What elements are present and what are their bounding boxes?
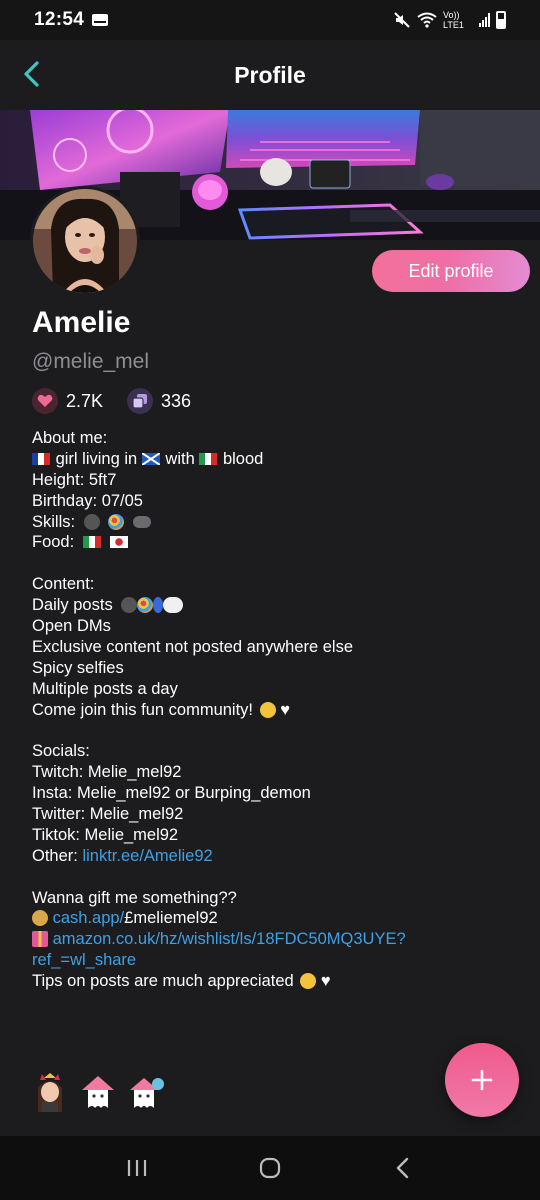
mail-icon bbox=[92, 14, 109, 26]
username: @melie_mel bbox=[32, 350, 150, 373]
bio-food: Food: bbox=[32, 532, 522, 553]
signal-icon bbox=[479, 13, 490, 27]
bio-about-line: girl living in with blood bbox=[32, 449, 522, 470]
italy-flag-icon bbox=[82, 536, 101, 549]
bio-spicy: Spicy selfies bbox=[32, 658, 124, 677]
ghost-house-sticker-icon[interactable] bbox=[78, 1072, 118, 1112]
white-heart-icon: ♥ bbox=[280, 700, 290, 719]
back-button[interactable] bbox=[14, 56, 50, 92]
wifi-icon bbox=[417, 12, 437, 28]
thought-bubble-icon bbox=[163, 597, 184, 614]
battery-icon bbox=[496, 11, 506, 29]
avatar-photo bbox=[33, 189, 137, 293]
likes-stat: 2.7K bbox=[32, 388, 103, 414]
bio-come-join: Come join this fun community! ♥ bbox=[32, 700, 522, 721]
italy-flag-icon bbox=[199, 452, 218, 465]
bio-text: Food: bbox=[32, 533, 75, 552]
create-post-button[interactable] bbox=[445, 1043, 519, 1117]
bio-text: with bbox=[165, 449, 195, 468]
bio-open-dms: Open DMs bbox=[32, 617, 111, 636]
speaking-head-icon bbox=[83, 513, 100, 530]
palette-icon bbox=[137, 597, 154, 614]
palette-icon bbox=[108, 513, 125, 530]
scotland-flag-icon bbox=[141, 452, 160, 465]
bio-twitter: Twitter: Melie_mel92 bbox=[32, 805, 184, 824]
system-nav-bar bbox=[0, 1136, 540, 1200]
home-button[interactable] bbox=[240, 1143, 300, 1193]
bio-daily-posts: Daily posts bbox=[32, 595, 522, 616]
peace-ghost-sticker-icon[interactable] bbox=[126, 1072, 166, 1112]
money-bag-icon bbox=[32, 910, 48, 927]
bio-text: Other: bbox=[32, 846, 78, 865]
app-header: Profile bbox=[0, 40, 540, 110]
bio-text: Tips on posts are much appreciated bbox=[32, 972, 294, 991]
bio-cash: cash.app/£meliemel92 bbox=[32, 908, 522, 929]
edit-profile-button[interactable]: Edit profile bbox=[372, 250, 530, 292]
france-flag-icon bbox=[32, 452, 50, 465]
bio-text: Skills: bbox=[32, 512, 76, 531]
linktree-link[interactable]: linktr.ee/Amelie92 bbox=[82, 847, 212, 865]
recents-button[interactable] bbox=[107, 1143, 167, 1193]
bio-amazon: amazon.co.uk/hz/wishlist/ls/18FDC50MQ3UY… bbox=[32, 929, 522, 950]
profile-bio: About me: girl living in with blood Heig… bbox=[32, 428, 522, 992]
cashapp-link[interactable]: cash.app/ bbox=[53, 909, 125, 927]
chevron-left-icon bbox=[24, 61, 39, 87]
smiling-face-icon bbox=[259, 701, 276, 718]
bio-insta: Insta: Melie_mel92 or Burping_demon bbox=[32, 784, 311, 803]
system-back-button[interactable] bbox=[373, 1143, 433, 1193]
cashapp-handle: £meliemel92 bbox=[124, 909, 218, 928]
stack-icon bbox=[127, 388, 154, 414]
likes-count: 2.7K bbox=[66, 390, 104, 411]
amazon-wishlist-link-cont[interactable]: ref_=wl_share bbox=[32, 951, 136, 969]
home-icon bbox=[259, 1157, 281, 1179]
profile-screen: 12:54 Vo)) LTE1 Profile Edit profile Ame… bbox=[0, 0, 540, 1200]
bio-twitch: Twitch: Melie_mel92 bbox=[32, 763, 182, 782]
posts-count: 336 bbox=[161, 390, 192, 411]
back-arrow-icon bbox=[397, 1157, 409, 1179]
avatar[interactable] bbox=[30, 186, 140, 296]
status-time: 12:54 bbox=[34, 9, 85, 30]
bio-socials-heading: Socials: bbox=[32, 742, 90, 761]
posts-stat: 336 bbox=[127, 388, 191, 414]
page-title: Profile bbox=[234, 61, 306, 88]
bio-tips: Tips on posts are much appreciated ♥ bbox=[32, 971, 522, 992]
bio-birthday: Birthday: 07/05 bbox=[32, 491, 143, 510]
japan-flag-icon bbox=[110, 536, 129, 549]
bio-content-heading: Content: bbox=[32, 575, 95, 594]
gift-icon bbox=[32, 931, 48, 948]
display-name: Amelie bbox=[32, 306, 131, 339]
gamepad-icon bbox=[132, 515, 151, 528]
bio-text: blood bbox=[222, 449, 264, 468]
bio-amazon-cont: ref_=wl_share bbox=[32, 950, 522, 971]
smiling-face-icon bbox=[300, 973, 317, 990]
network-label: Vo)) LTE1 bbox=[443, 10, 464, 30]
status-icons: Vo)) LTE1 bbox=[393, 10, 506, 30]
bio-multiple: Multiple posts a day bbox=[32, 679, 178, 698]
white-heart-icon: ♥ bbox=[320, 972, 331, 991]
status-bar: 12:54 Vo)) LTE1 bbox=[0, 0, 540, 40]
bio-skills: Skills: bbox=[32, 512, 522, 533]
heart-icon bbox=[32, 388, 58, 414]
profile-stats: 2.7K 336 bbox=[32, 388, 191, 414]
bio-about-heading: About me: bbox=[32, 429, 108, 447]
bio-tiktok: Tiktok: Melie_mel92 bbox=[32, 825, 179, 844]
profile-stickers bbox=[30, 1072, 166, 1112]
bio-other: Other: linktr.ee/Amelie92 bbox=[32, 846, 522, 867]
bio-text: Daily posts bbox=[32, 596, 113, 615]
plus-icon bbox=[471, 1069, 493, 1091]
microphone-icon bbox=[153, 597, 164, 614]
bio-text: Come join this fun community! bbox=[32, 700, 254, 719]
bio-height: Height: 5ft7 bbox=[32, 470, 117, 489]
speaking-head-icon bbox=[121, 597, 138, 614]
bio-spacer bbox=[32, 867, 522, 888]
bio-spacer bbox=[32, 553, 522, 574]
mute-icon bbox=[394, 12, 410, 28]
devil-girl-sticker-icon[interactable] bbox=[30, 1072, 70, 1112]
bio-gift-heading: Wanna gift me something?? bbox=[32, 888, 237, 907]
recents-icon bbox=[127, 1160, 146, 1176]
bio-spacer bbox=[32, 720, 522, 741]
bio-text: girl living in bbox=[55, 449, 138, 468]
bio-exclusive: Exclusive content not posted anywhere el… bbox=[32, 637, 354, 656]
amazon-wishlist-link[interactable]: amazon.co.uk/hz/wishlist/ls/18FDC50MQ3UY… bbox=[53, 930, 406, 948]
